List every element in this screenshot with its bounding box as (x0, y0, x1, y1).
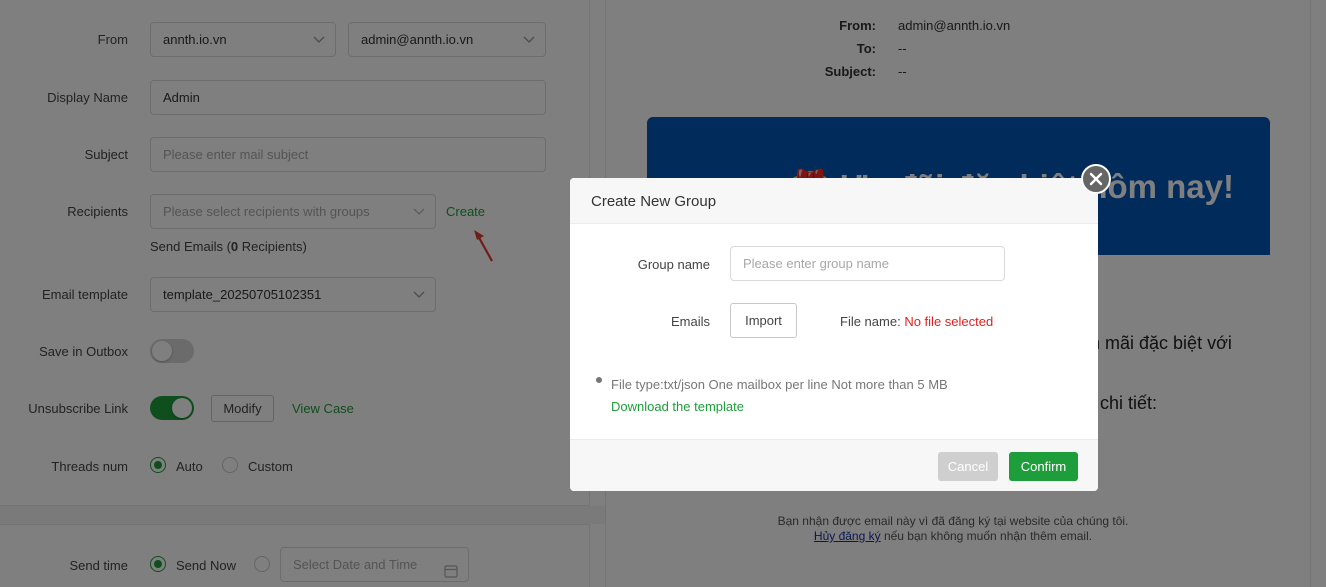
group-name-input[interactable]: Please enter group name (730, 246, 1005, 281)
import-button[interactable]: Import (730, 303, 797, 338)
bullet-dot (596, 377, 602, 383)
confirm-button[interactable]: Confirm (1009, 452, 1078, 481)
file-name-value: No file selected (904, 314, 994, 329)
cancel-button[interactable]: Cancel (938, 452, 998, 481)
file-type-hint: File type:txt/json One mailbox per line … (611, 377, 948, 392)
close-dialog-button[interactable] (1081, 164, 1111, 194)
dialog-title: Create New Group (591, 193, 717, 210)
create-group-dialog: Create New Group Group name Please enter… (570, 178, 1098, 491)
close-icon (1089, 172, 1103, 186)
group-name-label: Group name (637, 257, 710, 272)
file-name-label: File name: No file selected (840, 314, 994, 329)
download-template-link[interactable]: Download the template (611, 399, 744, 414)
emails-label: Emails (670, 314, 710, 329)
dialog-footer: Cancel Confirm (570, 439, 1098, 491)
dialog-header: Create New Group (570, 178, 1098, 224)
